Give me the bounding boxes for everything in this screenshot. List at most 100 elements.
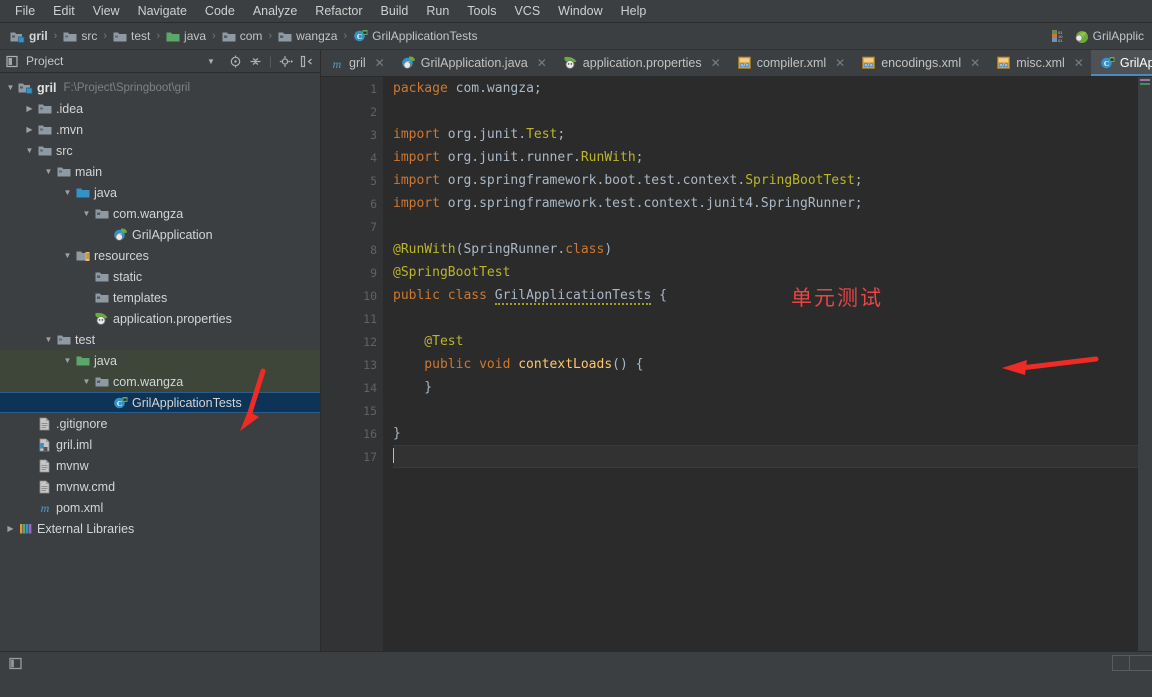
chevron-down-icon[interactable]: ▼ — [207, 57, 225, 66]
code-line[interactable] — [393, 445, 1138, 468]
locate-target-icon[interactable] — [229, 55, 242, 68]
gutter-line[interactable]: 15 — [321, 399, 383, 422]
project-tree[interactable]: ▼ gril F:\Project\Springboot\gril ▶ .idea ▶ .m… — [0, 73, 320, 651]
collapse-all-icon[interactable] — [249, 55, 262, 68]
tree-node-test[interactable]: ▼ test — [0, 329, 320, 350]
chevron-down-icon[interactable]: ▼ — [4, 83, 17, 92]
editor-tab-bar[interactable]: mgril✕CGrilApplication.java✕application.… — [321, 50, 1152, 77]
gutter-line[interactable]: 6– — [321, 192, 395, 215]
menu-item-vcs[interactable]: VCS — [505, 1, 549, 21]
chevron-right-icon[interactable]: ▶ — [23, 125, 36, 134]
chevron-down-icon[interactable]: ▼ — [61, 188, 74, 197]
tree-node-pom-xml[interactable]: m pom.xml — [0, 497, 320, 518]
code-line[interactable] — [393, 100, 1138, 123]
menu-item-file[interactable]: File — [6, 1, 44, 21]
breadcrumb-item-test[interactable]: test — [109, 28, 154, 44]
breadcrumb-item-grilapplicationtests[interactable]: C GrilApplicationTests — [349, 28, 481, 44]
toggle-tool-window-bars-icon[interactable] — [8, 656, 23, 671]
tree-node-java[interactable]: ▼ java — [0, 182, 320, 203]
close-icon[interactable]: ✕ — [533, 56, 547, 70]
code-line[interactable]: } — [393, 376, 1138, 399]
code-line[interactable]: public void contextLoads() { — [393, 353, 1138, 376]
code-line[interactable]: @Test — [393, 330, 1138, 353]
close-icon[interactable]: ✕ — [1070, 56, 1084, 70]
tree-node-external-libraries[interactable]: ▶ External Libraries — [0, 518, 320, 539]
tree-node-static[interactable]: static — [0, 266, 320, 287]
tree-node-mvnw-cmd[interactable]: mvnw.cmd — [0, 476, 320, 497]
close-icon[interactable]: ✕ — [831, 56, 845, 70]
close-icon[interactable]: ✕ — [371, 56, 385, 70]
gutter-line[interactable]: 8– — [321, 238, 395, 261]
chevron-down-icon[interactable]: ▼ — [80, 209, 93, 218]
tree-node--idea[interactable]: ▶ .idea — [0, 98, 320, 119]
menu-item-analyze[interactable]: Analyze — [244, 1, 306, 21]
editor-tab-grilapplication-java[interactable]: C GrilApplication.java ✕ — [392, 50, 554, 76]
gutter-line[interactable]: 11 — [321, 307, 383, 330]
code-line[interactable]: import org.junit.runner.RunWith; — [393, 146, 1138, 169]
tree-node-java[interactable]: ▼ java — [0, 350, 320, 371]
code-line[interactable]: import org.springframework.boot.test.con… — [393, 169, 1138, 192]
hide-panel-icon[interactable] — [300, 55, 313, 68]
gutter-line[interactable]: 2 — [321, 100, 383, 123]
tree-node-com-wangza[interactable]: ▼ com.wangza — [0, 371, 320, 392]
code-line[interactable]: @RunWith(SpringRunner.class) — [393, 238, 1138, 261]
tree-node-grilapplicationtests[interactable]: C GrilApplicationTests — [0, 392, 320, 413]
menu-item-edit[interactable]: Edit — [44, 1, 84, 21]
chevron-down-icon[interactable]: ▼ — [61, 356, 74, 365]
code-line[interactable] — [393, 307, 1138, 330]
editor-tab-compiler-xml[interactable]: </> compiler.xml ✕ — [728, 50, 853, 76]
tree-node-gril-iml[interactable]: gril.iml — [0, 434, 320, 455]
code-line[interactable] — [393, 399, 1138, 422]
editor-tab-application-properties[interactable]: application.properties ✕ — [554, 50, 728, 76]
gutter-line[interactable]: 14 — [321, 376, 383, 399]
chevron-down-icon[interactable]: ▼ — [23, 146, 36, 155]
menu-item-view[interactable]: View — [84, 1, 129, 21]
gutter-line[interactable]: 10 — [321, 284, 406, 307]
tree-node-grilapplication[interactable]: CGrilApplication — [0, 224, 320, 245]
gutter-line[interactable]: 9– — [321, 261, 407, 284]
menu-item-build[interactable]: Build — [372, 1, 418, 21]
editor-tab-grilapp[interactable]: C GrilApp — [1090, 50, 1152, 76]
tree-node-com-wangza[interactable]: ▼ com.wangza — [0, 203, 320, 224]
code-line[interactable]: import org.springframework.test.context.… — [393, 192, 1138, 215]
vcs-updated-icon[interactable]: 01 10 01 — [1051, 29, 1065, 43]
breadcrumb-item-src[interactable]: src — [59, 28, 101, 44]
gutter-line[interactable]: 7 — [321, 215, 383, 238]
code-line[interactable] — [393, 215, 1138, 238]
code-line[interactable]: package com.wangza; — [393, 77, 1138, 100]
editor-tab-encodings-xml[interactable]: </> encodings.xml ✕ — [852, 50, 987, 76]
gear-icon[interactable] — [279, 55, 293, 68]
tree-node-resources[interactable]: ▼ resources — [0, 245, 320, 266]
menu-item-refactor[interactable]: Refactor — [306, 1, 371, 21]
code-line[interactable]: } — [393, 422, 1138, 445]
tree-node-src[interactable]: ▼ src — [0, 140, 320, 161]
chevron-down-icon[interactable]: ▼ — [42, 335, 55, 344]
tree-node-templates[interactable]: templates — [0, 287, 320, 308]
breadcrumb-item-java[interactable]: java — [162, 28, 210, 44]
menu-item-window[interactable]: Window — [549, 1, 611, 21]
menu-item-navigate[interactable]: Navigate — [129, 1, 196, 21]
menu-item-run[interactable]: Run — [417, 1, 458, 21]
code-line[interactable]: public class GrilApplicationTests { — [393, 284, 1138, 307]
gutter-line[interactable]: 16 — [321, 422, 383, 445]
tree-node-mvnw[interactable]: mvnw — [0, 455, 320, 476]
editor-gutter[interactable]: 123–456–78–9–1011121314151617 — [321, 77, 407, 651]
gutter-line[interactable]: 1 — [321, 77, 383, 100]
menu-item-help[interactable]: Help — [612, 1, 656, 21]
gutter-line[interactable]: 3– — [321, 123, 395, 146]
tree-node--mvn[interactable]: ▶ .mvn — [0, 119, 320, 140]
gutter-line[interactable]: 13 — [321, 353, 405, 376]
gutter-line[interactable]: 5 — [321, 169, 391, 197]
editor-tab-gril[interactable]: m gril ✕ — [321, 50, 392, 76]
chevron-right-icon[interactable]: ▶ — [4, 524, 17, 533]
menu-item-code[interactable]: Code — [196, 1, 244, 21]
gutter-line[interactable]: 17 — [321, 445, 383, 468]
tree-node-application-properties[interactable]: application.properties — [0, 308, 320, 329]
chevron-down-icon[interactable]: ▼ — [80, 377, 93, 386]
code-content[interactable]: package com.wangza; import org.junit.Test… — [383, 77, 1138, 651]
tree-node--gitignore[interactable]: .gitignore — [0, 413, 320, 434]
editor-scrollbar[interactable] — [1138, 77, 1152, 651]
code-line[interactable]: @SpringBootTest — [393, 261, 1138, 284]
close-icon[interactable]: ✕ — [707, 56, 721, 70]
chevron-down-icon[interactable]: ▼ — [42, 167, 55, 176]
